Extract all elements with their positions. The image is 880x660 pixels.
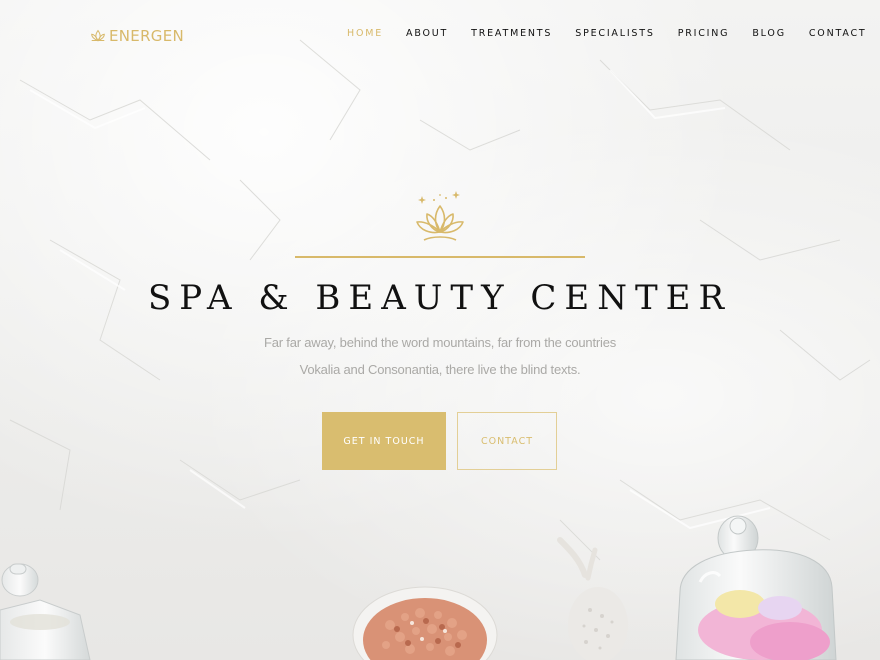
nav-item-contact[interactable]: CONTACT: [809, 28, 867, 40]
salt-bowl-image: [352, 586, 498, 660]
title-divider: [295, 256, 585, 258]
hero-section: ENERGEN HOME ABOUT TREATMENTS SPECIALIST…: [0, 0, 880, 660]
hero-title: SPA & BEAUTY CENTER: [147, 278, 733, 318]
brand-name: ENERGEN: [109, 27, 185, 45]
hero-subtitle-line-2: Vokalia and Consonantia, there live the …: [299, 362, 581, 377]
nav-item-specialists[interactable]: SPECIALISTS: [575, 28, 654, 40]
glass-jar-right-image: [675, 515, 837, 660]
brand-logo[interactable]: ENERGEN: [89, 24, 184, 48]
contact-button[interactable]: CONTACT: [457, 412, 557, 470]
pumice-stone-image: [557, 537, 628, 660]
get-in-touch-button[interactable]: GET IN TOUCH: [322, 412, 446, 470]
lotus-icon: [416, 191, 464, 241]
lotus-icon: [91, 29, 105, 42]
nav-item-pricing[interactable]: PRICING: [678, 28, 730, 40]
nav-item-home[interactable]: HOME: [347, 28, 383, 40]
hero-subtitle-line-1: Far far away, behind the word mountains,…: [263, 335, 617, 350]
glass-jar-left-image: [0, 563, 91, 660]
nav-item-about[interactable]: ABOUT: [406, 28, 448, 40]
nav-item-treatments[interactable]: TREATMENTS: [471, 28, 552, 40]
nav-item-blog[interactable]: BLOG: [752, 28, 786, 40]
main-nav: HOME ABOUT TREATMENTS SPECIALISTS PRICIN…: [347, 28, 880, 40]
